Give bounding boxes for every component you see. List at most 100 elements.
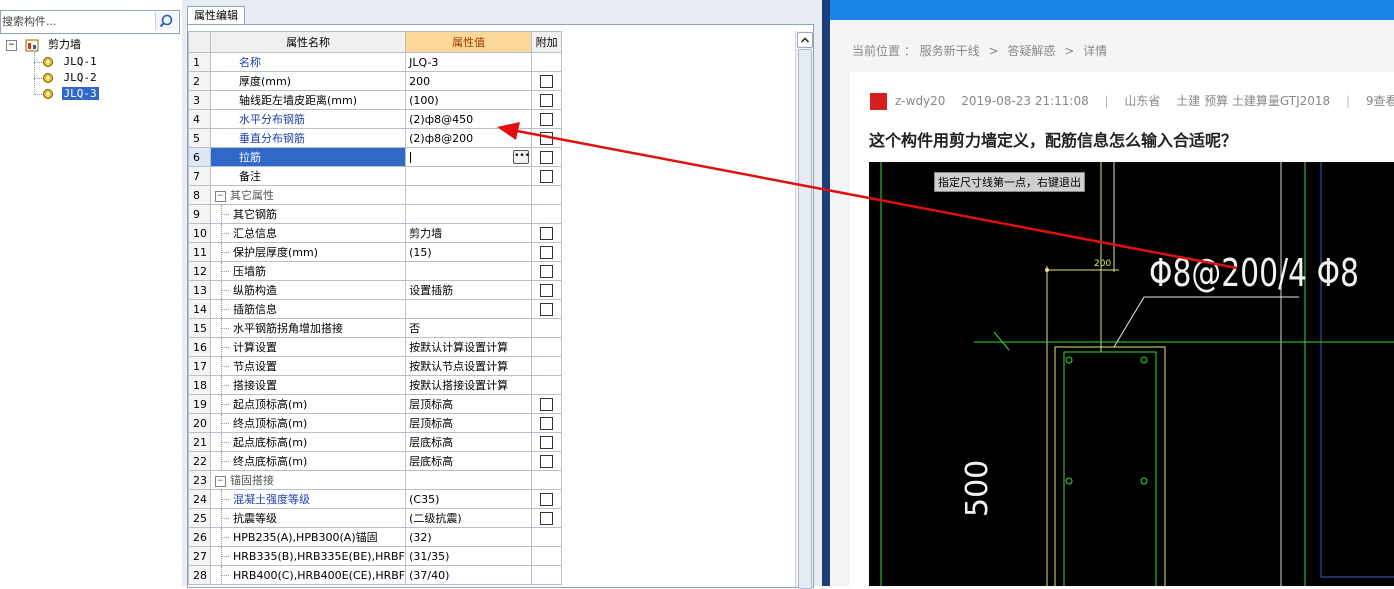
property-value[interactable]: (100) [405, 90, 533, 110]
table-row[interactable]: 4 水平分布钢筋 (2)ф8@450 [188, 109, 799, 129]
property-name[interactable]: 拉筋 [209, 147, 407, 167]
property-name[interactable]: HRB335(B),HRB335E(BE),HRBF [209, 546, 407, 566]
header-extra[interactable]: 附加 [531, 31, 563, 53]
property-name[interactable]: 其它钢筋 [209, 204, 407, 224]
table-row[interactable]: 22 终点底标高(m) 层底标高 [188, 451, 799, 471]
property-value[interactable]: 层底标高 [405, 432, 533, 452]
extra-checkbox[interactable] [540, 283, 554, 297]
table-row[interactable]: 17 节点设置 按默认节点设置计算 [188, 356, 799, 376]
table-row[interactable]: 28 HRB400(C),HRB400E(CE),HRBF (37/40) [188, 565, 799, 585]
property-value[interactable]: (2)ф8@200 [405, 128, 533, 148]
tree-expander[interactable]: − [6, 39, 17, 51]
extra-checkbox[interactable] [540, 93, 554, 107]
property-value[interactable]: 按默认计算设置计算 [405, 337, 533, 357]
property-value[interactable] [405, 299, 533, 319]
table-row[interactable]: 25 抗震等级 (二级抗震) [188, 508, 799, 528]
property-name[interactable]: 汇总信息 [209, 223, 407, 243]
table-row[interactable]: 7 备注 [188, 166, 799, 186]
table-row[interactable]: 11 保护层厚度(mm) (15) [188, 242, 799, 262]
table-row[interactable]: 26 HPB235(A),HPB300(A)锚固 (32) [188, 527, 799, 547]
property-value[interactable] [405, 185, 533, 205]
table-row[interactable]: 1 名称 JLQ-3 [188, 52, 799, 72]
author-name[interactable]: z-wdy20 [895, 94, 945, 108]
property-name[interactable]: 终点底标高(m) [209, 451, 407, 471]
table-row[interactable]: 6 拉筋 ••• [188, 147, 799, 167]
property-value[interactable]: 层顶标高 [405, 413, 533, 433]
property-value[interactable]: ••• [405, 147, 533, 167]
table-row[interactable]: 18 搭接设置 按默认搭接设置计算 [188, 375, 799, 395]
property-value[interactable]: (15) [405, 242, 533, 262]
table-row[interactable]: 12 压墙筋 [188, 261, 799, 281]
property-value[interactable]: (二级抗震) [405, 508, 533, 528]
property-name[interactable]: − 其它属性 [209, 185, 407, 205]
search-input[interactable] [2, 12, 152, 30]
table-row[interactable]: 21 起点底标高(m) 层底标高 [188, 432, 799, 452]
extra-checkbox[interactable] [540, 226, 554, 240]
property-value[interactable]: 剪力墙 [405, 223, 533, 243]
extra-checkbox[interactable] [540, 511, 554, 525]
property-value[interactable]: (C35) [405, 489, 533, 509]
avatar[interactable] [870, 93, 887, 110]
property-value[interactable]: 200 [405, 71, 533, 91]
tree-node-jlq-3[interactable]: JLQ-3 [42, 86, 99, 102]
property-value[interactable] [405, 261, 533, 281]
property-value[interactable] [405, 204, 533, 224]
tree-node-jlq-1[interactable]: JLQ-1 [42, 54, 99, 70]
header-name[interactable]: 属性名称 [209, 31, 407, 53]
property-name[interactable]: 搭接设置 [209, 375, 407, 395]
property-value[interactable]: 按默认节点设置计算 [405, 356, 533, 376]
property-name[interactable]: 终点顶标高(m) [209, 413, 407, 433]
header-value[interactable]: 属性值 [405, 31, 533, 53]
property-name[interactable]: HRB400(C),HRB400E(CE),HRBF [209, 565, 407, 585]
extra-checkbox[interactable] [540, 169, 554, 183]
property-value[interactable]: 层底标高 [405, 451, 533, 471]
tab-property-edit[interactable]: 属性编辑 [187, 6, 245, 25]
property-name[interactable]: 混凝土强度等级 [209, 489, 407, 509]
table-row[interactable]: 3 轴线距左墙皮距离(mm) (100) [188, 90, 799, 110]
table-row[interactable]: 2 厚度(mm) 200 [188, 71, 799, 91]
property-name[interactable]: − 锚固搭接 [209, 470, 407, 490]
property-name[interactable]: 节点设置 [209, 356, 407, 376]
extra-checkbox[interactable] [540, 74, 554, 88]
property-name[interactable]: 计算设置 [209, 337, 407, 357]
property-name[interactable]: 备注 [209, 166, 407, 186]
property-value[interactable]: (31/35) [405, 546, 533, 566]
property-value[interactable]: (37/40) [405, 565, 533, 585]
property-name[interactable]: 压墙筋 [209, 261, 407, 281]
property-name[interactable]: 插筋信息 [209, 299, 407, 319]
breadcrumb-item[interactable]: 答疑解惑 [1007, 44, 1055, 58]
vertical-scrollbar[interactable] [795, 31, 813, 589]
property-name[interactable]: HPB235(A),HPB300(A)锚固 [209, 527, 407, 547]
property-name[interactable]: 厚度(mm) [209, 71, 407, 91]
property-value[interactable]: 层顶标高 [405, 394, 533, 414]
extra-checkbox[interactable] [540, 264, 554, 278]
table-row[interactable]: 14 插筋信息 [188, 299, 799, 319]
property-value[interactable]: 设置插筋 [405, 280, 533, 300]
table-row[interactable]: 16 计算设置 按默认计算设置计算 [188, 337, 799, 357]
group-expander[interactable]: − [215, 475, 226, 487]
property-name[interactable]: 垂直分布钢筋 [209, 128, 407, 148]
extra-checkbox[interactable] [540, 112, 554, 126]
property-name[interactable]: 起点底标高(m) [209, 432, 407, 452]
extra-checkbox[interactable] [540, 397, 554, 411]
extra-checkbox[interactable] [540, 416, 554, 430]
property-value[interactable]: JLQ-3 [405, 52, 533, 72]
property-name[interactable]: 水平钢筋拐角增加搭接 [209, 318, 407, 338]
table-row[interactable]: 24 混凝土强度等级 (C35) [188, 489, 799, 509]
table-row[interactable]: 13 纵筋构造 设置插筋 [188, 280, 799, 300]
extra-checkbox[interactable] [540, 454, 554, 468]
scroll-up-button[interactable] [797, 32, 813, 48]
extra-checkbox[interactable] [540, 302, 554, 316]
property-value[interactable] [405, 470, 533, 490]
property-value[interactable]: 否 [405, 318, 533, 338]
property-value[interactable]: (32) [405, 527, 533, 547]
property-name[interactable]: 轴线距左墙皮距离(mm) [209, 90, 407, 110]
table-row[interactable]: 27 HRB335(B),HRB335E(BE),HRBF (31/35) [188, 546, 799, 566]
property-name[interactable]: 抗震等级 [209, 508, 407, 528]
extra-checkbox[interactable] [540, 435, 554, 449]
property-name[interactable]: 名称 [209, 52, 407, 72]
table-row[interactable]: 9 其它钢筋 [188, 204, 799, 224]
table-row[interactable]: 8− 其它属性 [188, 185, 799, 205]
table-row[interactable]: 10 汇总信息 剪力墙 [188, 223, 799, 243]
tree-node-root[interactable]: − 剪力墙 [6, 37, 83, 53]
